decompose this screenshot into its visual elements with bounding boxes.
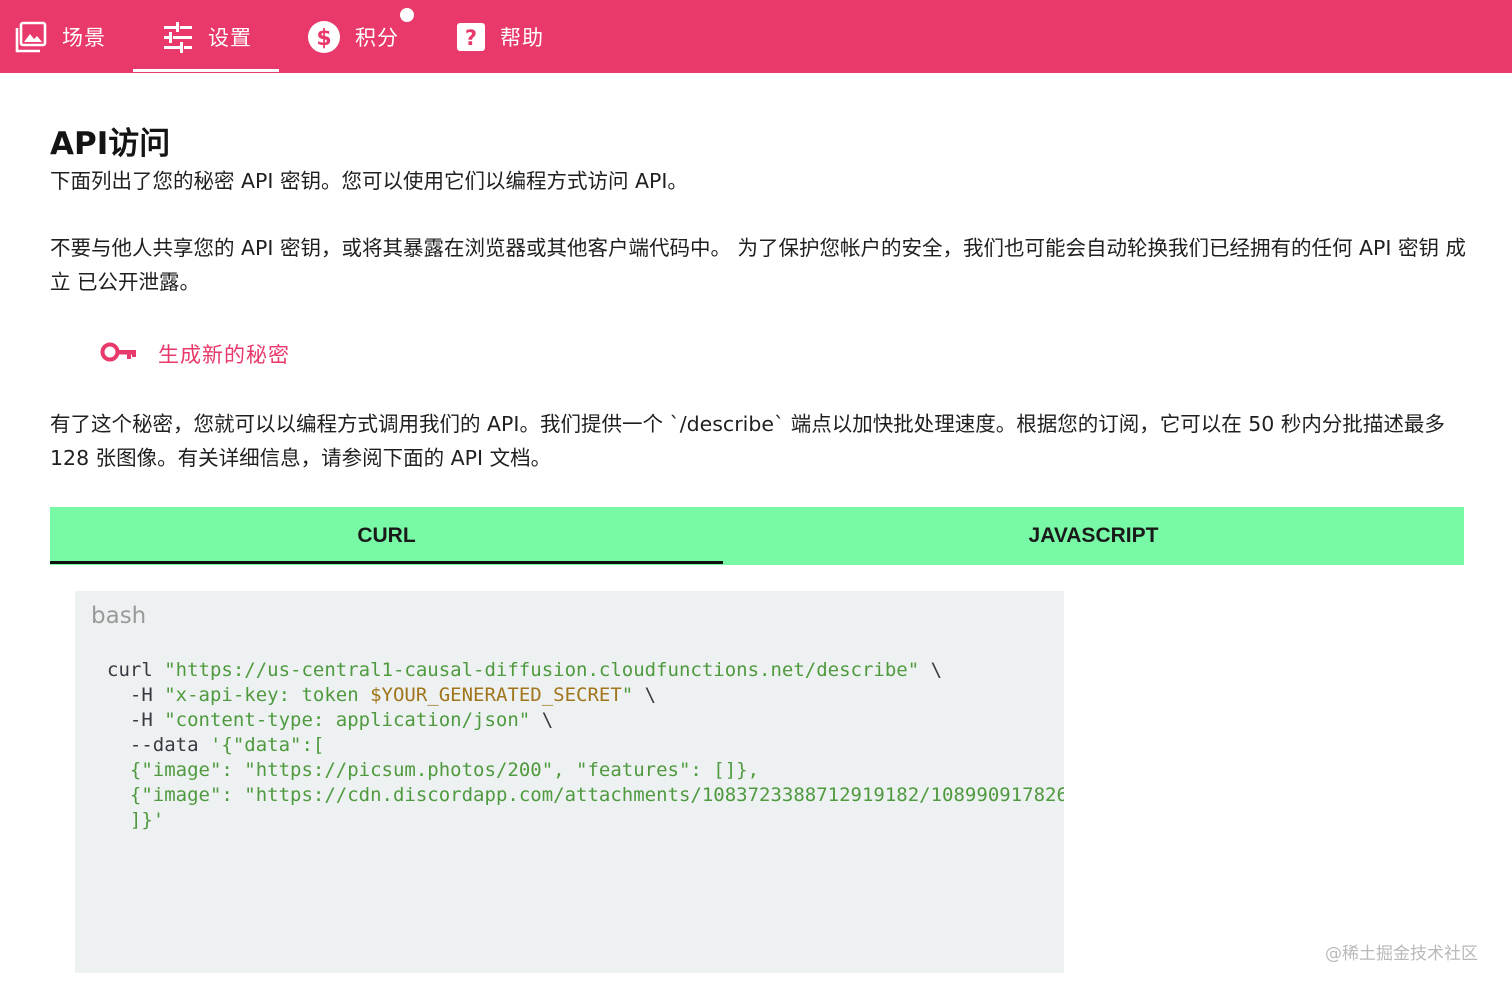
help-icon: ? [456,22,486,52]
nav-tab-scenes[interactable]: 场景 [14,0,106,73]
code-language-label: bash [91,603,147,629]
generate-secret-button[interactable]: 生成新的秘密 [100,334,290,374]
security-warning-text: 不要与他人共享您的 API 密钥，或将其暴露在浏览器或其他客户端代码中。 为了保… [50,236,1466,294]
code-line: ]}' [129,809,165,831]
tab-curl[interactable]: CURL [50,507,723,565]
code-line: {"image": "https://cdn.discordapp.com/at… [129,784,1064,806]
code-line: -H "content-type: application/json" \ [107,709,554,731]
page-title: API访问 [50,126,171,162]
code-content[interactable]: curl "https://us-central1-causal-diffusi… [107,658,1064,833]
active-code-tab-indicator [50,561,723,564]
nav-tab-label: 场景 [62,25,106,50]
code-line: -H "x-api-key: token $YOUR_GENERATED_SEC… [107,684,657,706]
code-line: --data '{"data":[ [107,734,325,756]
generate-secret-label: 生成新的秘密 [158,343,290,367]
key-icon [100,340,138,368]
code-block: bash curl "https://us-central1-causal-di… [75,591,1064,973]
nav-tab-label: 帮助 [500,25,544,50]
active-tab-indicator [133,69,279,72]
svg-text:?: ? [465,26,477,50]
code-line: {"image": "https://picsum.photos/200", "… [129,759,760,781]
nav-tab-settings[interactable]: 设置 [162,0,252,73]
intro-text: 下面列出了您的秘密 API 密钥。您可以使用它们以编程方式访问 API。 [50,169,688,193]
sliders-icon [162,21,194,53]
nav-tab-label: 设置 [208,25,252,50]
watermark: @稀土掘金技术社区 [1325,944,1478,964]
dollar-icon: $ [307,20,341,54]
code-language-tabs: CURL JAVASCRIPT [50,507,1464,565]
code-line: curl "https://us-central1-causal-diffusi… [107,659,943,681]
notification-dot [400,8,414,22]
describe-endpoint-text: 有了这个秘密，您就可以以编程方式调用我们的 API。我们提供一个 `/descr… [50,412,1445,470]
top-nav-bar: 场景 设置 $ 积分 ? 帮助 [0,0,1512,73]
tab-javascript[interactable]: JAVASCRIPT [723,507,1464,565]
nav-tab-credits[interactable]: $ 积分 [307,0,399,73]
nav-tab-help[interactable]: ? 帮助 [456,0,544,73]
image-gallery-icon [14,20,48,54]
nav-tab-label: 积分 [355,25,399,50]
svg-text:$: $ [316,26,331,51]
